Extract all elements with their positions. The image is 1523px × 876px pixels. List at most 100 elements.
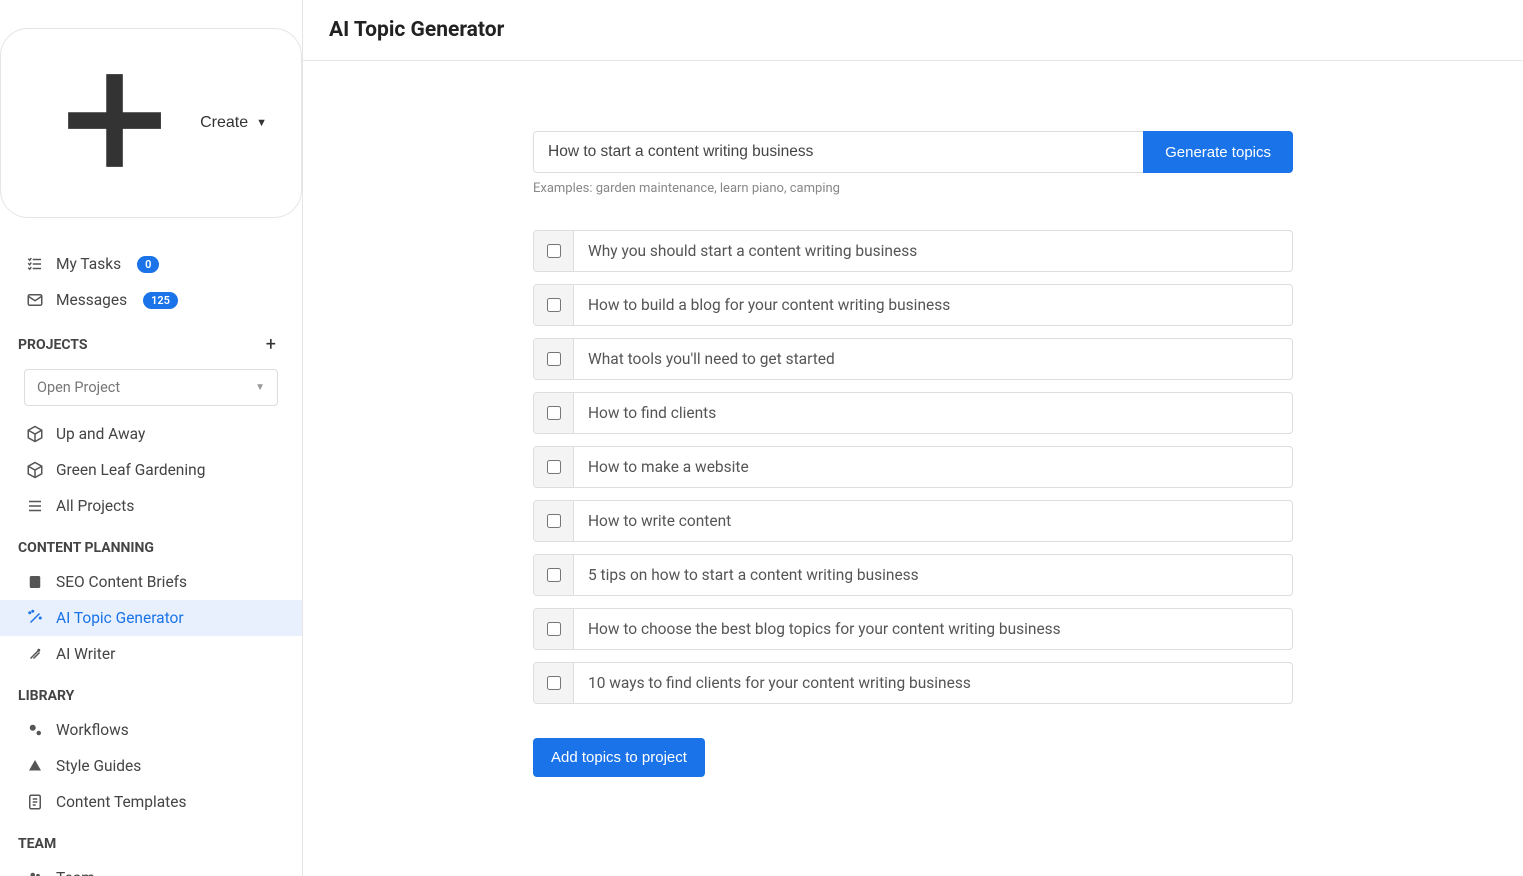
topic-row: How to build a blog for your content wri… bbox=[533, 284, 1293, 326]
topic-row: 5 tips on how to start a content writing… bbox=[533, 554, 1293, 596]
topic-label: 5 tips on how to start a content writing… bbox=[574, 555, 1292, 595]
badge: 125 bbox=[143, 292, 178, 309]
nav-label: Up and Away bbox=[56, 425, 145, 443]
topic-checkbox[interactable] bbox=[547, 514, 561, 528]
nav-label: Workflows bbox=[56, 721, 129, 739]
topic-row: 10 ways to find clients for your content… bbox=[533, 662, 1293, 704]
sidebar: Create ▼ My Tasks 0 Messages 125 PROJECT… bbox=[0, 0, 303, 876]
topic-checkbox[interactable] bbox=[547, 568, 561, 582]
main-content: AI Topic Generator Generate topics Examp… bbox=[303, 0, 1523, 876]
open-project-select[interactable]: Open Project ▼ bbox=[24, 369, 278, 406]
project-item[interactable]: Up and Away bbox=[0, 416, 302, 452]
topic-checkbox-wrap bbox=[534, 339, 574, 379]
topics-list: Why you should start a content writing b… bbox=[533, 230, 1293, 704]
topic-label: How to choose the best blog topics for y… bbox=[574, 609, 1292, 649]
topic-label: How to write content bbox=[574, 501, 1292, 541]
topic-row: How to choose the best blog topics for y… bbox=[533, 608, 1293, 650]
topic-row: What tools you'll need to get started bbox=[533, 338, 1293, 380]
topic-checkbox[interactable] bbox=[547, 298, 561, 312]
cube-icon bbox=[26, 425, 44, 443]
section-header-team: TEAM bbox=[0, 820, 302, 860]
topic-checkbox[interactable] bbox=[547, 622, 561, 636]
examples-text: Examples: garden maintenance, learn pian… bbox=[533, 181, 1293, 196]
topic-checkbox-wrap bbox=[534, 447, 574, 487]
nav-label: AI Writer bbox=[56, 645, 115, 663]
nav-content-templates[interactable]: Content Templates bbox=[0, 784, 302, 820]
nav-label: Green Leaf Gardening bbox=[56, 461, 205, 479]
style-icon bbox=[26, 757, 44, 775]
topic-row: How to write content bbox=[533, 500, 1293, 542]
topic-checkbox[interactable] bbox=[547, 244, 561, 258]
create-button-label: Create bbox=[200, 114, 248, 132]
doc-icon bbox=[26, 573, 44, 591]
section-title: PROJECTS bbox=[18, 337, 88, 353]
topic-label: Why you should start a content writing b… bbox=[574, 231, 1292, 271]
topic-label: How to find clients bbox=[574, 393, 1292, 433]
topic-checkbox-wrap bbox=[534, 393, 574, 433]
topic-label: What tools you'll need to get started bbox=[574, 339, 1292, 379]
topic-checkbox-wrap bbox=[534, 501, 574, 541]
topic-label: How to make a website bbox=[574, 447, 1292, 487]
topic-checkbox-wrap bbox=[534, 555, 574, 595]
nav-label: All Projects bbox=[56, 497, 134, 515]
section-header-content-planning: CONTENT PLANNING bbox=[0, 524, 302, 564]
topic-label: 10 ways to find clients for your content… bbox=[574, 663, 1292, 703]
topic-checkbox-wrap bbox=[534, 609, 574, 649]
topic-input[interactable] bbox=[533, 131, 1143, 173]
section-header-projects: PROJECTS + bbox=[0, 318, 302, 363]
topic-row: How to make a website bbox=[533, 446, 1293, 488]
nav-messages[interactable]: Messages 125 bbox=[0, 282, 302, 318]
section-title: LIBRARY bbox=[18, 688, 74, 704]
topic-input-row: Generate topics bbox=[533, 131, 1293, 173]
topic-checkbox-wrap bbox=[534, 663, 574, 703]
topic-checkbox-wrap bbox=[534, 285, 574, 325]
mail-icon bbox=[26, 291, 44, 309]
nav-label: AI Topic Generator bbox=[56, 609, 184, 627]
topic-label: How to build a blog for your content wri… bbox=[574, 285, 1292, 325]
topic-checkbox-wrap bbox=[534, 231, 574, 271]
page-title: AI Topic Generator bbox=[303, 0, 1523, 61]
add-topics-button[interactable]: Add topics to project bbox=[533, 738, 705, 777]
gears-icon bbox=[26, 721, 44, 739]
topic-row: Why you should start a content writing b… bbox=[533, 230, 1293, 272]
pen-icon bbox=[26, 645, 44, 663]
plus-icon bbox=[35, 41, 194, 205]
section-title: CONTENT PLANNING bbox=[18, 540, 154, 556]
content-area: Generate topics Examples: garden mainten… bbox=[503, 61, 1323, 817]
topic-checkbox[interactable] bbox=[547, 460, 561, 474]
badge: 0 bbox=[137, 256, 159, 273]
nav-label: Style Guides bbox=[56, 757, 141, 775]
nav-label: Team bbox=[56, 869, 95, 876]
generate-topics-button[interactable]: Generate topics bbox=[1143, 131, 1293, 173]
nav-seo-briefs[interactable]: SEO Content Briefs bbox=[0, 564, 302, 600]
select-placeholder: Open Project bbox=[37, 379, 120, 396]
project-item-all[interactable]: All Projects bbox=[0, 488, 302, 524]
cube-icon bbox=[26, 461, 44, 479]
add-project-icon[interactable]: + bbox=[266, 334, 276, 355]
nav-label: Content Templates bbox=[56, 793, 186, 811]
people-icon bbox=[26, 869, 44, 876]
section-header-library: LIBRARY bbox=[0, 672, 302, 712]
nav-team[interactable]: Team bbox=[0, 860, 302, 876]
nav-style-guides[interactable]: Style Guides bbox=[0, 748, 302, 784]
nav-label: Messages bbox=[56, 291, 127, 309]
nav-label: SEO Content Briefs bbox=[56, 573, 187, 591]
create-button[interactable]: Create ▼ bbox=[0, 28, 302, 218]
wand-icon bbox=[26, 609, 44, 627]
topic-checkbox[interactable] bbox=[547, 676, 561, 690]
nav-workflows[interactable]: Workflows bbox=[0, 712, 302, 748]
topic-checkbox[interactable] bbox=[547, 406, 561, 420]
nav-my-tasks[interactable]: My Tasks 0 bbox=[0, 246, 302, 282]
nav-ai-topic-generator[interactable]: AI Topic Generator bbox=[0, 600, 302, 636]
topic-checkbox[interactable] bbox=[547, 352, 561, 366]
list-icon bbox=[26, 497, 44, 515]
tasks-icon bbox=[26, 255, 44, 273]
topic-row: How to find clients bbox=[533, 392, 1293, 434]
project-item[interactable]: Green Leaf Gardening bbox=[0, 452, 302, 488]
chevron-down-icon: ▼ bbox=[255, 382, 265, 393]
chevron-down-icon: ▼ bbox=[256, 117, 267, 129]
section-title: TEAM bbox=[18, 836, 56, 852]
nav-ai-writer[interactable]: AI Writer bbox=[0, 636, 302, 672]
nav-label: My Tasks bbox=[56, 255, 121, 273]
template-icon bbox=[26, 793, 44, 811]
